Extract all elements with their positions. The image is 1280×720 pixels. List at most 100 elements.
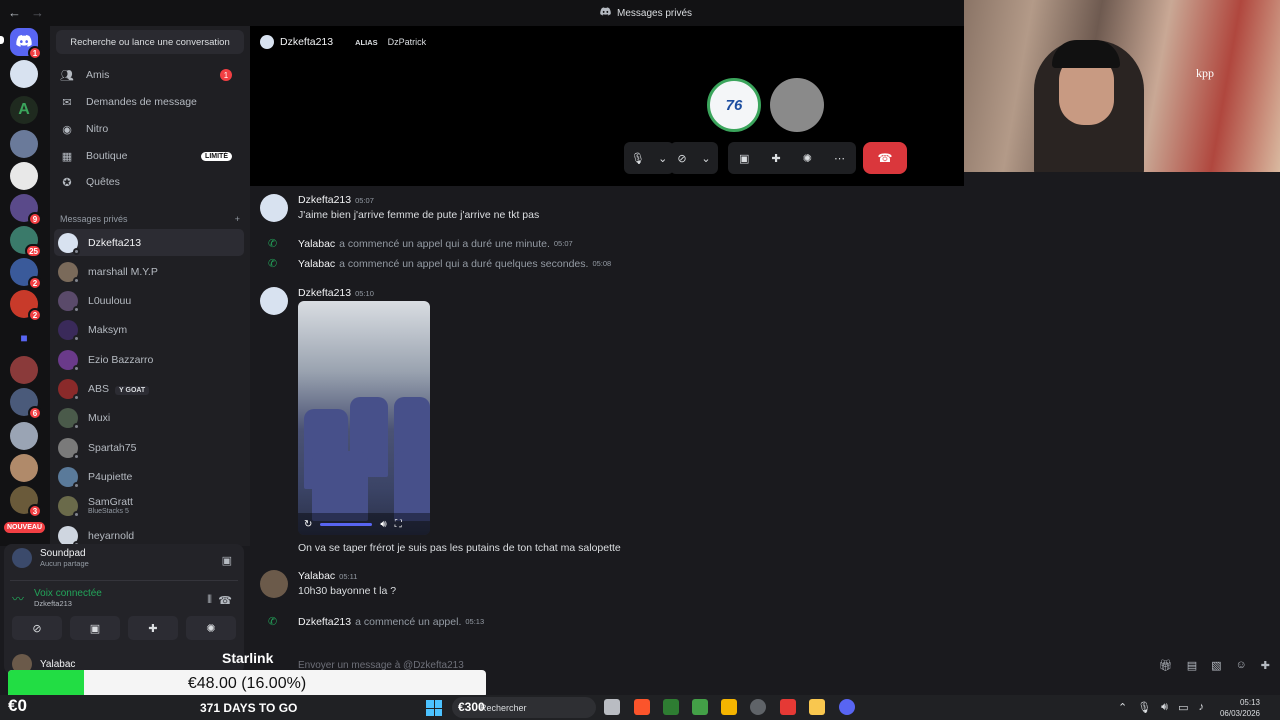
participant-avatar[interactable] <box>770 78 824 132</box>
volume-icon[interactable]: 🔊︎ <box>380 519 386 530</box>
replay-icon[interactable]: ↻ <box>304 519 312 530</box>
hang-up-button[interactable]: ☎ <box>863 142 907 174</box>
dm-item[interactable]: P4upiette <box>54 463 244 490</box>
server-icon[interactable]: 9 <box>10 194 42 226</box>
screen-share-button[interactable]: ▣ <box>70 616 120 640</box>
gift-icon[interactable]: 🎁︎ <box>1159 659 1173 672</box>
avatar[interactable] <box>260 287 288 315</box>
avatar <box>58 407 80 430</box>
video-attachment[interactable]: ↻ 🔊︎ ⛶ <box>298 301 430 535</box>
apps-icon[interactable]: ✚ <box>1261 659 1270 672</box>
call-author[interactable]: Yalabac <box>298 258 335 270</box>
status-indicator <box>73 364 80 372</box>
dm-name: Ezio Bazzarro <box>88 353 154 366</box>
call-author[interactable]: Yalabac <box>298 238 335 250</box>
taskbar-clock[interactable]: 05:13 06/03/2026 <box>1220 697 1260 719</box>
forward-arrow-icon[interactable]: → <box>31 5 44 20</box>
dm-item[interactable]: ABS Y GOAT <box>54 375 244 402</box>
dm-home-button[interactable]: 1 <box>10 28 42 60</box>
network-icon[interactable]: ▭ <box>1178 701 1188 714</box>
nav-friends[interactable]: 👥︎ Amis 1 <box>54 62 242 88</box>
server-icon[interactable]: 2 <box>10 258 42 290</box>
camera-off-button[interactable]: ⊘ <box>12 616 62 640</box>
message-author[interactable]: Dzkefta213 <box>298 194 351 206</box>
discord-taskbar-icon[interactable] <box>839 699 855 715</box>
gif-icon[interactable]: ▤ <box>1187 659 1197 672</box>
dm-item[interactable]: L0uulouu <box>54 287 244 314</box>
avatar[interactable] <box>260 570 288 598</box>
app-icon[interactable] <box>750 699 766 715</box>
nav-message-requests[interactable]: ✉︎ Demandes de message <box>54 89 242 115</box>
chevron-down-icon[interactable]: ⌄ <box>658 152 667 165</box>
dm-item[interactable]: Dzkefta213 <box>54 229 244 256</box>
message-author[interactable]: Dzkefta213 <box>298 287 351 299</box>
app-icon[interactable] <box>663 699 679 715</box>
dm-text: marshall M.Y.P <box>88 266 158 278</box>
avatar <box>58 525 80 548</box>
fullscreen-icon[interactable]: ⛶ <box>395 519 402 530</box>
participant-avatar[interactable]: 76 <box>707 78 761 132</box>
dm-item[interactable]: Spartah75 <box>54 434 244 461</box>
message-author[interactable]: Yalabac <box>298 570 335 582</box>
dm-item[interactable]: Muxi <box>54 404 244 431</box>
brave-browser-icon[interactable] <box>634 699 650 715</box>
server-icon[interactable] <box>10 454 38 482</box>
chevron-up-icon[interactable]: ⌃ <box>1118 701 1127 714</box>
folder-icon[interactable]: ■ <box>10 324 38 352</box>
dm-item[interactable]: Maksym <box>54 316 244 343</box>
dm-item[interactable]: Ezio Bazzarro <box>54 346 244 373</box>
server-icon[interactable] <box>10 422 38 450</box>
server-icon[interactable]: 2 <box>10 290 42 322</box>
signal-icon[interactable]: 〰 <box>12 590 24 607</box>
soundboard-icon[interactable]: ✺ <box>803 152 812 165</box>
avatar <box>58 437 80 460</box>
screen-share-icon[interactable]: ▣ <box>739 152 749 165</box>
nav-quests[interactable]: ✪ Quêtes <box>54 169 242 195</box>
emoji-icon[interactable]: ☺ <box>1236 659 1247 672</box>
add-dm-button[interactable]: + <box>235 214 240 224</box>
camera-control[interactable]: ⊘ ⌄ <box>670 142 718 174</box>
voice-status[interactable]: Voix connectée <box>34 588 102 599</box>
speaker-icon[interactable]: ♪ <box>1199 701 1205 714</box>
screen-share-icon[interactable]: ▣ <box>222 554 232 567</box>
file-explorer-icon[interactable] <box>809 699 825 715</box>
dm-item[interactable]: SamGratt BlueStacks 5 <box>54 492 244 519</box>
server-icon-letter[interactable]: A <box>10 96 38 124</box>
dm-text: heyarnold <box>88 530 134 542</box>
server-icon[interactable]: 3 <box>10 486 42 518</box>
sticker-icon[interactable]: ▧ <box>1211 659 1221 672</box>
nav-shop[interactable]: ▦ Boutique LIMITÉ <box>54 143 242 169</box>
more-icon[interactable]: ⋯ <box>834 152 845 165</box>
activities-icon[interactable]: ✚ <box>771 152 780 165</box>
activities-icon: ✚ <box>148 622 158 635</box>
activities-button[interactable]: ✚ <box>128 616 178 640</box>
youtube-icon[interactable] <box>780 699 796 715</box>
server-icon[interactable]: 6 <box>10 388 42 420</box>
nav-nitro[interactable]: ◉ Nitro <box>54 116 242 142</box>
avatar[interactable] <box>260 194 288 222</box>
dm-item[interactable]: marshall M.Y.P <box>54 258 244 285</box>
server-icon[interactable] <box>10 162 38 190</box>
server-icon[interactable]: 25 <box>10 226 42 258</box>
soundboard-button[interactable]: ✺ <box>186 616 236 640</box>
mic-control[interactable]: 🎙︎ ⌄ <box>624 142 674 174</box>
task-view-icon[interactable] <box>604 699 620 715</box>
server-icon[interactable] <box>10 356 38 384</box>
speaker-icon[interactable]: 🔊︎ <box>1161 701 1168 714</box>
server-icon[interactable] <box>10 60 38 88</box>
noise-suppression-icon[interactable]: ⦀ <box>207 594 212 607</box>
mail-icon: ✉︎ <box>62 96 72 109</box>
microphone-icon[interactable]: 🎙︎ <box>1137 701 1151 714</box>
app-icon[interactable] <box>721 699 737 715</box>
avatar <box>58 232 80 255</box>
windows-start-icon[interactable] <box>426 700 442 716</box>
app-icon[interactable] <box>692 699 708 715</box>
server-icon[interactable] <box>10 130 38 158</box>
call-author[interactable]: Dzkefta213 <box>298 616 351 628</box>
chevron-down-icon[interactable]: ⌄ <box>701 152 710 165</box>
back-arrow-icon[interactable]: ← <box>8 5 21 20</box>
disconnect-icon[interactable]: ☎ <box>218 594 232 607</box>
volume-slider[interactable] <box>320 522 373 526</box>
call-user-name[interactable]: Dzkefta213 <box>280 36 333 48</box>
conversation-search-button[interactable]: Recherche ou lance une conversation <box>56 30 244 54</box>
